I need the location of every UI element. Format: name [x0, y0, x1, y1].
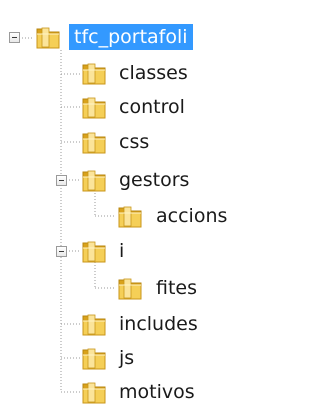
tree-node-js[interactable]: js — [0, 345, 240, 379]
tree-node-root[interactable]: tfc_portafoli — [0, 24, 240, 58]
folder-icon — [80, 61, 108, 87]
tree-node-label[interactable]: includes — [119, 311, 198, 337]
tree-node-gestors[interactable]: gestors — [0, 167, 240, 201]
collapse-toggle-icon[interactable] — [9, 32, 20, 43]
tree-node-css[interactable]: css — [0, 129, 240, 163]
tree-node-label[interactable]: control — [119, 94, 185, 120]
tree-node-label[interactable]: css — [119, 129, 149, 155]
folder-icon — [80, 168, 108, 194]
tree-node-i[interactable]: i — [0, 238, 240, 272]
tree-node-classes[interactable]: classes — [0, 60, 240, 94]
collapse-toggle-icon[interactable] — [56, 175, 67, 186]
tree-node-label[interactable]: i — [119, 238, 124, 264]
tree-node-fites[interactable]: fites — [0, 275, 240, 309]
folder-icon — [80, 380, 108, 406]
folder-icon — [80, 346, 108, 372]
tree-node-accions[interactable]: accions — [0, 203, 240, 237]
folder-tree: tfc_portafoli classes control css gestor… — [0, 0, 240, 407]
folder-icon — [80, 130, 108, 156]
tree-node-label[interactable]: motivos — [119, 379, 195, 405]
folder-icon — [80, 312, 108, 338]
folder-icon — [34, 25, 62, 51]
tree-node-control[interactable]: control — [0, 94, 240, 128]
folder-icon — [116, 204, 144, 230]
tree-node-label[interactable]: classes — [119, 60, 188, 86]
tree-node-label[interactable]: fites — [156, 275, 197, 301]
tree-node-motivos[interactable]: motivos — [0, 379, 240, 413]
tree-node-label[interactable]: gestors — [119, 167, 189, 193]
folder-icon — [116, 276, 144, 302]
folder-icon — [80, 95, 108, 121]
collapse-toggle-icon[interactable] — [56, 246, 67, 257]
tree-node-label[interactable]: accions — [156, 203, 227, 229]
tree-node-includes[interactable]: includes — [0, 311, 240, 345]
tree-node-label[interactable]: tfc_portafoli — [69, 24, 193, 50]
folder-icon — [80, 239, 108, 265]
tree-node-label[interactable]: js — [119, 345, 134, 371]
